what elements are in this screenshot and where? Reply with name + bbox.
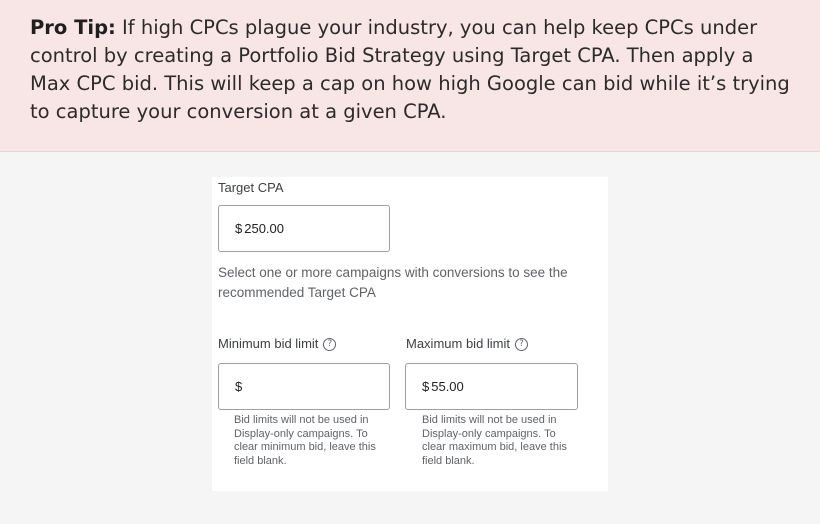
max-bid-value: 55.00 [431,379,464,394]
pro-tip-body: If high CPCs plague your industry, you c… [30,16,790,123]
min-bid-help-icon[interactable]: ? [323,338,337,351]
target-cpa-currency: $ [235,221,243,236]
pro-tip-label: Pro Tip: [30,16,116,39]
min-bid-label: Minimum bid limit [218,336,319,351]
bid-strategy-form: Target CPA $250.00 Select one or more ca… [212,177,608,491]
min-bid-currency: $ [235,379,243,394]
pro-tip-banner: Pro Tip: If high CPCs plague your indust… [0,0,820,152]
max-bid-note: Bid limits will not be used in Display-o… [422,414,567,467]
target-cpa-label: Target CPA [218,180,284,195]
min-bid-note: Bid limits will not be used in Display-o… [234,414,376,467]
max-bid-label: Maximum bid limit [406,336,511,351]
min-bid-input[interactable]: $ [218,363,390,410]
max-bid-label-row: Maximum bid limit? [406,336,529,351]
max-bid-help-icon[interactable]: ? [515,338,529,351]
min-bid-label-row: Minimum bid limit? [218,336,337,351]
max-bid-input[interactable]: $55.00 [405,363,578,410]
target-cpa-value: 250.00 [244,221,284,236]
target-cpa-input[interactable]: $250.00 [218,205,390,252]
recommendation-text: Select one or more campaigns with conver… [218,265,568,300]
max-bid-currency: $ [422,379,430,394]
pro-tip-text: Pro Tip: If high CPCs plague your indust… [30,14,795,126]
